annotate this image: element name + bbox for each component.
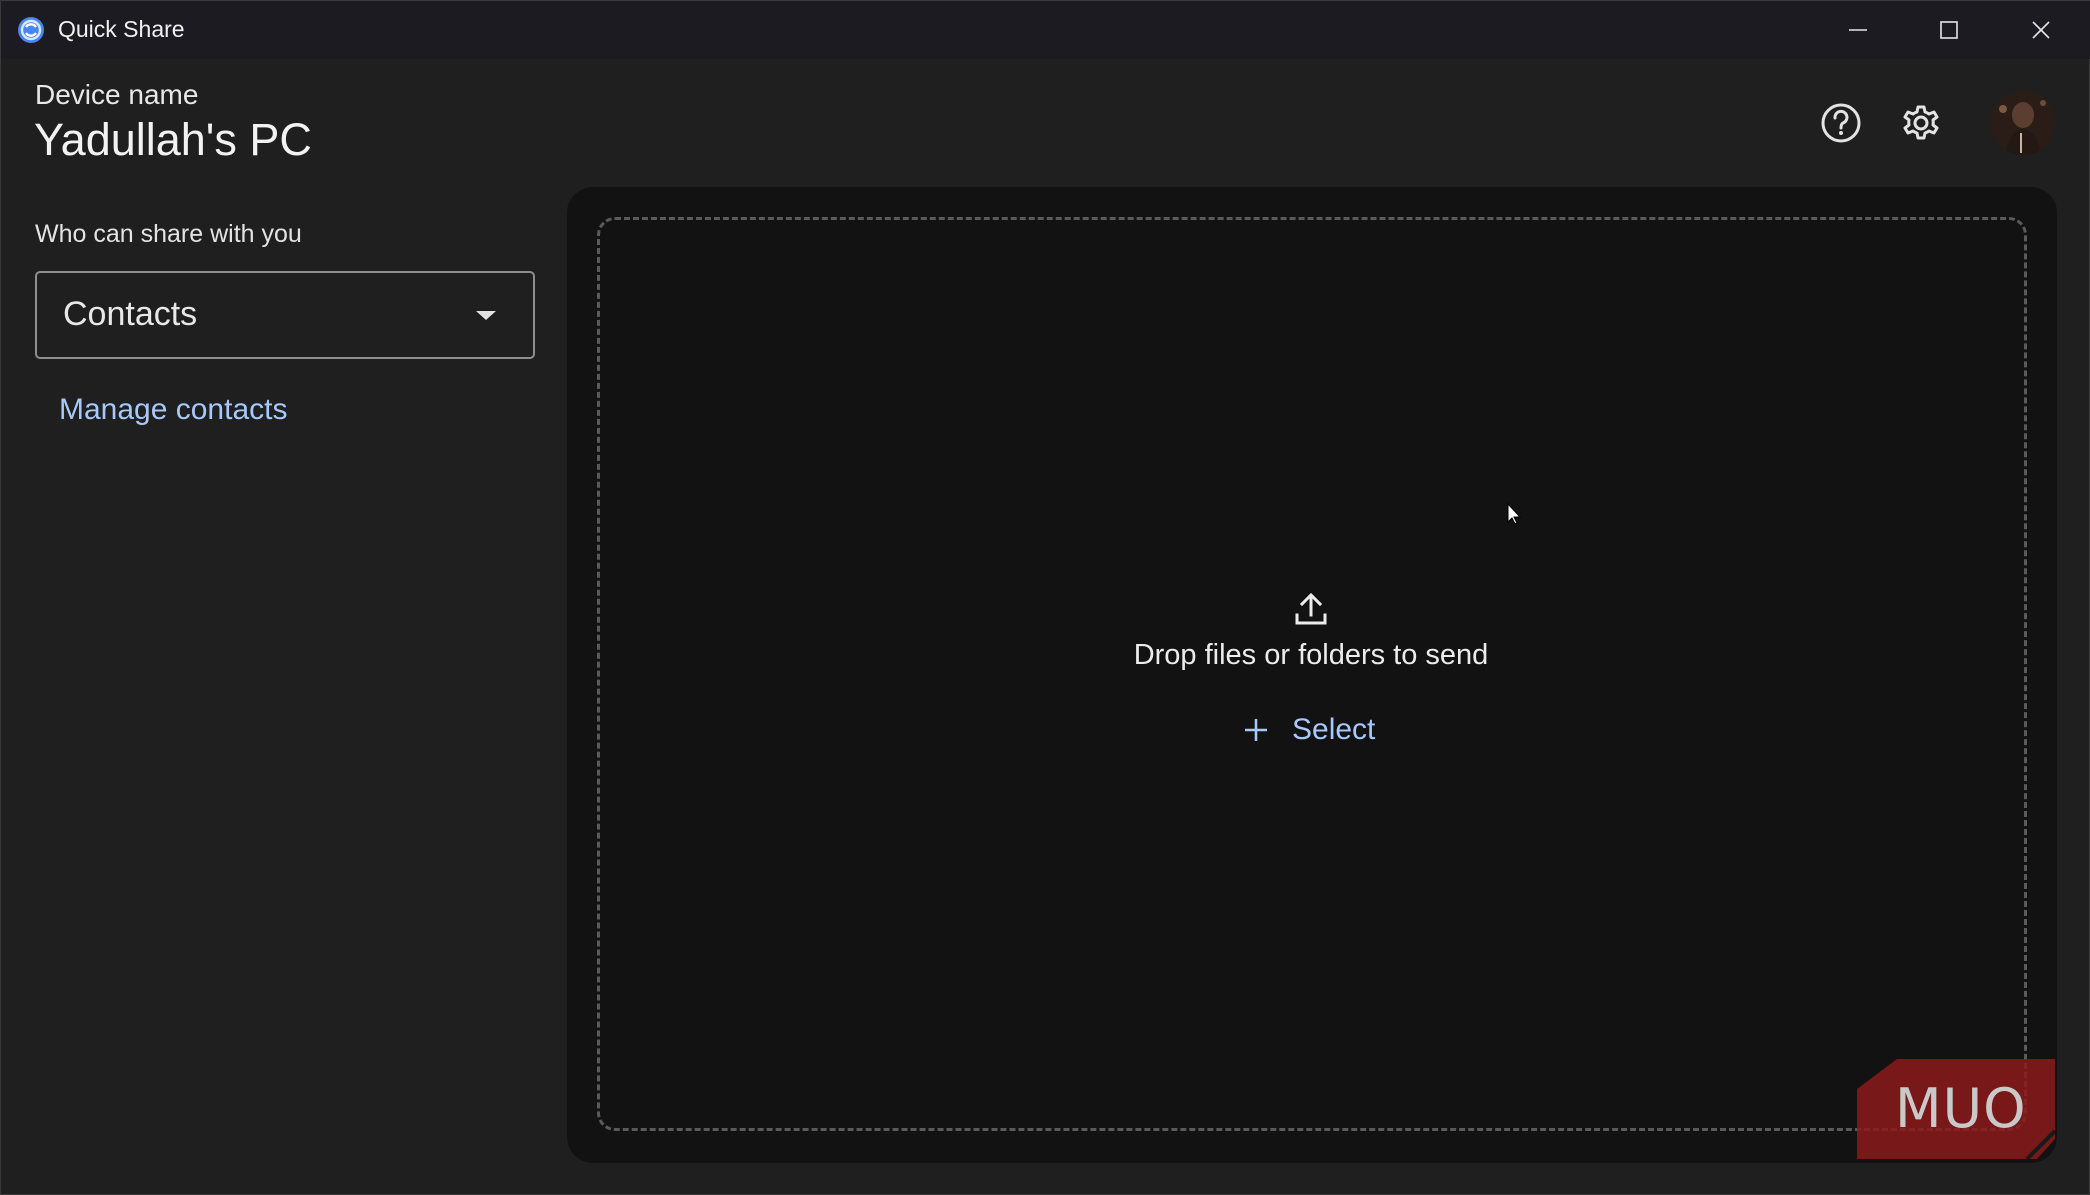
close-icon [2032,21,2050,39]
device-name-value: Yadullah's PC [34,114,312,165]
maximize-button[interactable] [1904,1,1994,59]
muo-watermark-logo: MUO [1857,1059,2057,1161]
caret-down-icon [476,311,496,320]
title-bar: Quick Share [1,1,2090,59]
drop-files-prompt: Drop files or folders to send [1133,639,1489,671]
profile-avatar[interactable] [1991,91,2055,155]
help-button[interactable] [1813,95,1869,151]
window-title: Quick Share [58,16,185,42]
device-name-label: Device name [35,79,199,110]
share-visibility-dropdown[interactable]: Contacts [35,271,535,359]
share-visibility-label: Who can share with you [35,220,302,248]
close-window-button[interactable] [1996,1,2086,59]
select-files-button[interactable]: Select [1231,701,1391,759]
maximize-icon [1940,21,1958,39]
quick-share-window: Quick Share Device name Yadullah's PC Wh… [0,0,2090,1195]
file-drop-zone[interactable] [567,187,2057,1163]
watermark-text: MUO [1895,1077,2027,1140]
minimize-icon [1849,29,1867,31]
select-button-label: Select [1292,713,1376,746]
settings-button[interactable] [1893,95,1949,151]
dropdown-selected-value: Contacts [63,295,198,333]
plus-icon [1245,719,1267,741]
drop-zone-dashed-border [597,217,2027,1131]
quick-share-app-icon [18,17,44,43]
settings-gear-icon [1903,105,1939,140]
avatar-image [1991,91,2055,155]
mouse-cursor-icon [1507,502,1522,525]
minimize-button[interactable] [1813,1,1903,59]
help-icon [1821,103,1861,143]
manage-contacts-link[interactable]: Manage contacts [59,393,287,427]
upload-icon [1295,592,1327,625]
